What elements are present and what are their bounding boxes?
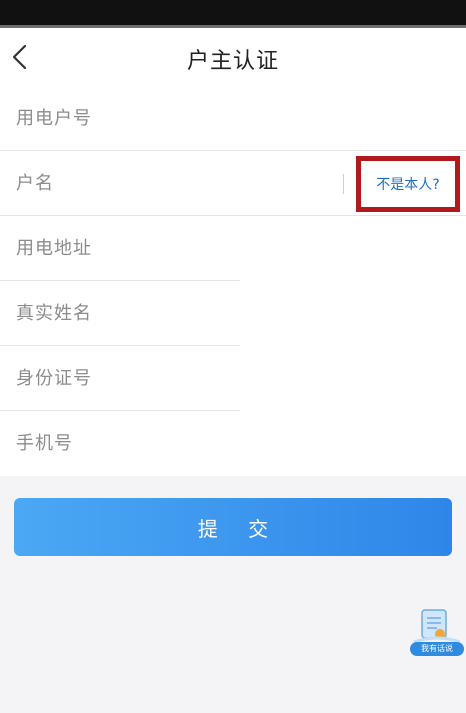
feedback-label: 我有话说: [410, 642, 464, 656]
certification-form: [0, 86, 466, 476]
feedback-chat-icon: [413, 609, 461, 644]
form-row-address: [0, 216, 466, 281]
form-row-account-number: [0, 86, 466, 151]
navigation-bar: 户主认证: [0, 28, 466, 86]
vertical-divider: [343, 174, 344, 194]
id-number-input[interactable]: [0, 346, 330, 410]
feedback-widget[interactable]: 我有话说: [410, 606, 464, 656]
submit-button[interactable]: 提 交: [14, 498, 452, 556]
form-row-real-name: [0, 281, 466, 346]
form-row-phone: [0, 411, 466, 476]
phone-input[interactable]: [0, 411, 330, 475]
page-title: 户主认证: [186, 49, 279, 74]
account-number-input[interactable]: [0, 86, 330, 150]
form-row-id-number: [0, 346, 466, 411]
address-input[interactable]: [0, 216, 330, 280]
real-name-input[interactable]: [0, 281, 330, 345]
not-me-link[interactable]: 不是本人?: [356, 156, 460, 212]
status-bar: [0, 0, 466, 28]
account-name-input[interactable]: [0, 151, 330, 215]
